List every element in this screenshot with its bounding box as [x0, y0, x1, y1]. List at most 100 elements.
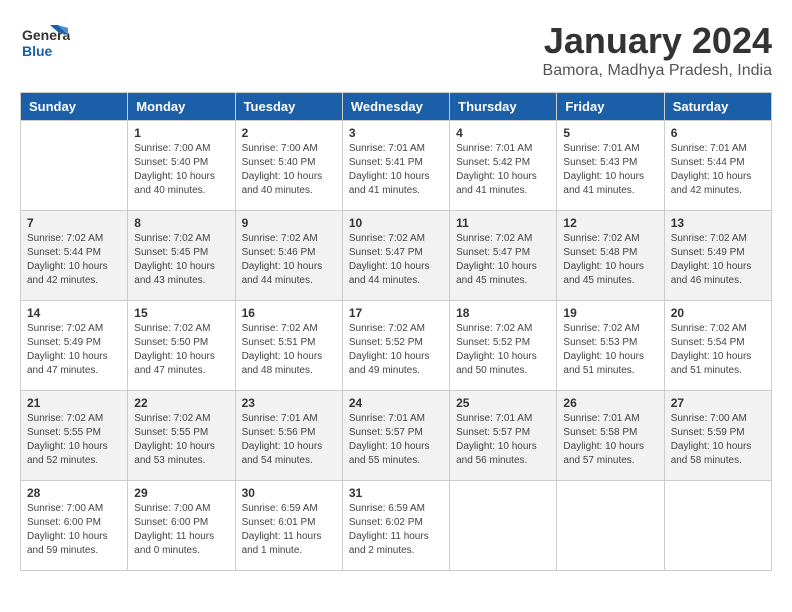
day-number: 24 — [349, 396, 443, 410]
table-row — [557, 481, 664, 571]
day-number: 22 — [134, 396, 228, 410]
table-row: 31 Sunrise: 6:59 AM Sunset: 6:02 PM Dayli… — [342, 481, 449, 571]
calendar-week-row: 28 Sunrise: 7:00 AM Sunset: 6:00 PM Dayli… — [21, 481, 772, 571]
day-number: 8 — [134, 216, 228, 230]
table-row: 25Sunrise: 7:01 AM Sunset: 5:57 PM Dayli… — [450, 391, 557, 481]
table-row: 7 Sunrise: 7:02 AM Sunset: 5:44 PM Daylig… — [21, 211, 128, 301]
calendar-title: January 2024 — [543, 20, 772, 62]
day-number: 18 — [456, 306, 550, 320]
table-row: 29Sunrise: 7:00 AM Sunset: 6:00 PM Dayli… — [128, 481, 235, 571]
header-friday: Friday — [557, 93, 664, 121]
day-info: Sunrise: 7:02 AM Sunset: 5:53 PM Dayligh… — [563, 322, 657, 378]
day-number: 7 — [27, 216, 121, 230]
day-number: 13 — [671, 216, 765, 230]
header-sunday: Sunday — [21, 93, 128, 121]
table-row: 12 Sunrise: 7:02 AM Sunset: 5:48 PM Dayli… — [557, 211, 664, 301]
day-info: Sunrise: 7:01 AM Sunset: 5:58 PM Dayligh… — [563, 412, 657, 468]
day-info: Sunrise: 7:02 AM Sunset: 5:47 PM Dayligh… — [349, 232, 443, 288]
table-row — [450, 481, 557, 571]
day-number: 16 — [242, 306, 336, 320]
day-number: 6 — [671, 126, 765, 140]
header-monday: Monday — [128, 93, 235, 121]
day-info: Sunrise: 7:02 AM Sunset: 5:52 PM Dayligh… — [456, 322, 550, 378]
header-wednesday: Wednesday — [342, 93, 449, 121]
logo: General Blue — [20, 20, 70, 70]
day-info: Sunrise: 7:00 AM Sunset: 5:40 PM Dayligh… — [134, 142, 228, 198]
day-number: 20 — [671, 306, 765, 320]
day-number: 3 — [349, 126, 443, 140]
table-row: 6Sunrise: 7:01 AM Sunset: 5:44 PM Daylig… — [664, 121, 771, 211]
calendar-week-row: 1 Sunrise: 7:00 AM Sunset: 5:40 PM Daylig… — [21, 121, 772, 211]
day-number: 29 — [134, 486, 228, 500]
table-row: 5Sunrise: 7:01 AM Sunset: 5:43 PM Daylig… — [557, 121, 664, 211]
logo-icon: General Blue — [20, 20, 70, 70]
table-row: 3Sunrise: 7:01 AM Sunset: 5:41 PM Daylig… — [342, 121, 449, 211]
table-row: 14 Sunrise: 7:02 AM Sunset: 5:49 PM Dayli… — [21, 301, 128, 391]
day-info: Sunrise: 7:02 AM Sunset: 5:49 PM Dayligh… — [27, 322, 121, 378]
day-info: Sunrise: 6:59 AM Sunset: 6:02 PM Dayligh… — [349, 502, 443, 558]
day-info: Sunrise: 7:02 AM Sunset: 5:44 PM Dayligh… — [27, 232, 121, 288]
table-row: 18 Sunrise: 7:02 AM Sunset: 5:52 PM Dayli… — [450, 301, 557, 391]
table-row: 28 Sunrise: 7:00 AM Sunset: 6:00 PM Dayli… — [21, 481, 128, 571]
day-info: Sunrise: 7:02 AM Sunset: 5:54 PM Dayligh… — [671, 322, 765, 378]
title-section: January 2024 Bamora, Madhya Pradesh, Ind… — [543, 20, 772, 80]
day-info: Sunrise: 7:01 AM Sunset: 5:56 PM Dayligh… — [242, 412, 336, 468]
table-row: 8 Sunrise: 7:02 AM Sunset: 5:45 PM Daylig… — [128, 211, 235, 301]
day-info: Sunrise: 7:02 AM Sunset: 5:55 PM Dayligh… — [134, 412, 228, 468]
table-row: 11 Sunrise: 7:02 AM Sunset: 5:47 PM Dayli… — [450, 211, 557, 301]
day-info: Sunrise: 7:00 AM Sunset: 5:40 PM Dayligh… — [242, 142, 336, 198]
page-header: General Blue January 2024 Bamora, Madhya… — [20, 20, 772, 80]
table-row: 13 Sunrise: 7:02 AM Sunset: 5:49 PM Dayli… — [664, 211, 771, 301]
day-number: 10 — [349, 216, 443, 230]
day-info: Sunrise: 7:02 AM Sunset: 5:49 PM Dayligh… — [671, 232, 765, 288]
calendar-header-row: Sunday Monday Tuesday Wednesday Thursday… — [21, 93, 772, 121]
table-row: 9 Sunrise: 7:02 AM Sunset: 5:46 PM Daylig… — [235, 211, 342, 301]
day-number: 1 — [134, 126, 228, 140]
table-row: 21Sunrise: 7:02 AM Sunset: 5:55 PM Dayli… — [21, 391, 128, 481]
day-info: Sunrise: 7:02 AM Sunset: 5:45 PM Dayligh… — [134, 232, 228, 288]
day-info: Sunrise: 7:00 AM Sunset: 6:00 PM Dayligh… — [27, 502, 121, 558]
table-row: 22 Sunrise: 7:02 AM Sunset: 5:55 PM Dayli… — [128, 391, 235, 481]
table-row — [21, 121, 128, 211]
day-info: Sunrise: 7:02 AM Sunset: 5:47 PM Dayligh… — [456, 232, 550, 288]
day-info: Sunrise: 7:01 AM Sunset: 5:43 PM Dayligh… — [563, 142, 657, 198]
day-number: 19 — [563, 306, 657, 320]
day-info: Sunrise: 6:59 AM Sunset: 6:01 PM Dayligh… — [242, 502, 336, 558]
day-number: 25 — [456, 396, 550, 410]
table-row: 23 Sunrise: 7:01 AM Sunset: 5:56 PM Dayli… — [235, 391, 342, 481]
table-row: 16 Sunrise: 7:02 AM Sunset: 5:51 PM Dayli… — [235, 301, 342, 391]
day-number: 11 — [456, 216, 550, 230]
table-row: 15 Sunrise: 7:02 AM Sunset: 5:50 PM Dayli… — [128, 301, 235, 391]
header-saturday: Saturday — [664, 93, 771, 121]
header-tuesday: Tuesday — [235, 93, 342, 121]
day-number: 9 — [242, 216, 336, 230]
calendar-week-row: 14 Sunrise: 7:02 AM Sunset: 5:49 PM Dayli… — [21, 301, 772, 391]
day-number: 17 — [349, 306, 443, 320]
day-number: 30 — [242, 486, 336, 500]
day-number: 27 — [671, 396, 765, 410]
day-number: 12 — [563, 216, 657, 230]
day-info: Sunrise: 7:02 AM Sunset: 5:50 PM Dayligh… — [134, 322, 228, 378]
day-info: Sunrise: 7:02 AM Sunset: 5:51 PM Dayligh… — [242, 322, 336, 378]
calendar-table: Sunday Monday Tuesday Wednesday Thursday… — [20, 92, 772, 571]
table-row: 20 Sunrise: 7:02 AM Sunset: 5:54 PM Dayli… — [664, 301, 771, 391]
day-info: Sunrise: 7:02 AM Sunset: 5:46 PM Dayligh… — [242, 232, 336, 288]
day-number: 23 — [242, 396, 336, 410]
table-row: 19 Sunrise: 7:02 AM Sunset: 5:53 PM Dayli… — [557, 301, 664, 391]
table-row: 30 Sunrise: 6:59 AM Sunset: 6:01 PM Dayli… — [235, 481, 342, 571]
day-number: 14 — [27, 306, 121, 320]
table-row: 27Sunrise: 7:00 AM Sunset: 5:59 PM Dayli… — [664, 391, 771, 481]
table-row: 10 Sunrise: 7:02 AM Sunset: 5:47 PM Dayli… — [342, 211, 449, 301]
day-number: 31 — [349, 486, 443, 500]
day-info: Sunrise: 7:02 AM Sunset: 5:55 PM Dayligh… — [27, 412, 121, 468]
day-number: 28 — [27, 486, 121, 500]
calendar-week-row: 21Sunrise: 7:02 AM Sunset: 5:55 PM Dayli… — [21, 391, 772, 481]
table-row: 4Sunrise: 7:01 AM Sunset: 5:42 PM Daylig… — [450, 121, 557, 211]
table-row — [664, 481, 771, 571]
day-info: Sunrise: 7:01 AM Sunset: 5:42 PM Dayligh… — [456, 142, 550, 198]
table-row: 2Sunrise: 7:00 AM Sunset: 5:40 PM Daylig… — [235, 121, 342, 211]
table-row: 24 Sunrise: 7:01 AM Sunset: 5:57 PM Dayli… — [342, 391, 449, 481]
day-info: Sunrise: 7:01 AM Sunset: 5:57 PM Dayligh… — [349, 412, 443, 468]
day-info: Sunrise: 7:02 AM Sunset: 5:48 PM Dayligh… — [563, 232, 657, 288]
day-number: 15 — [134, 306, 228, 320]
